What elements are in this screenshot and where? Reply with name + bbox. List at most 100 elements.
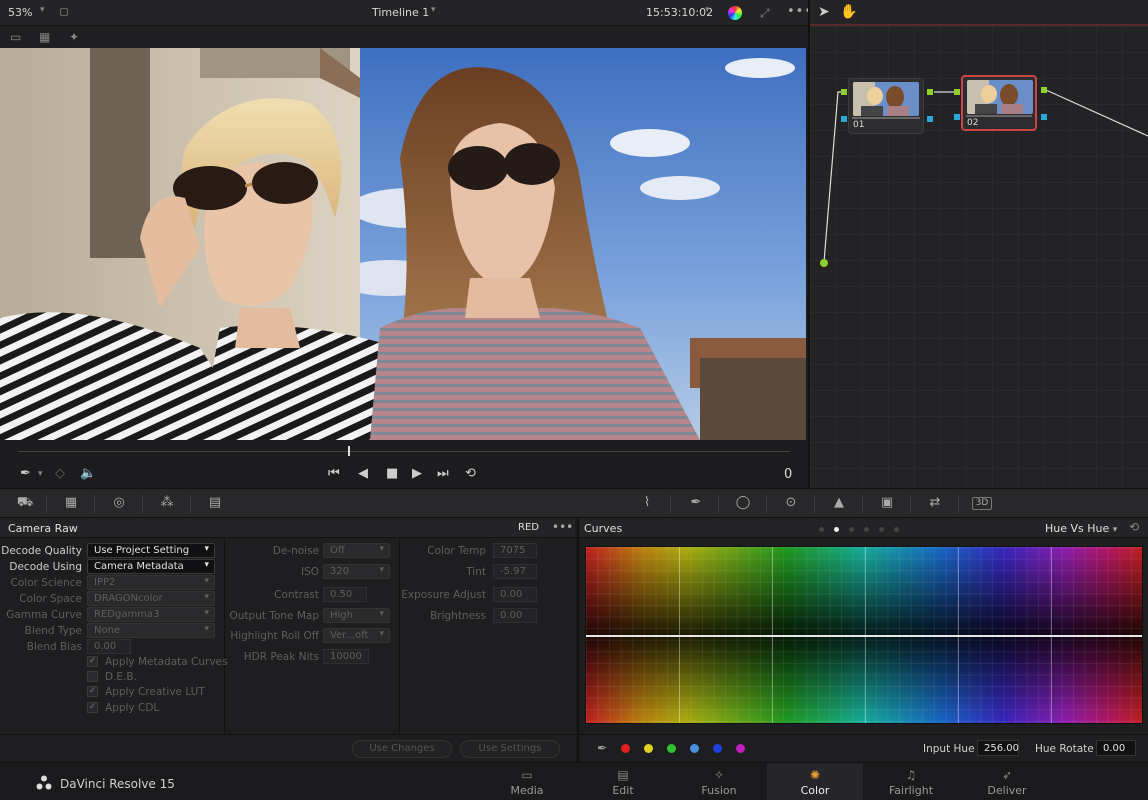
gamma-curve-select[interactable]: REDgamma3 ▾ <box>87 607 215 622</box>
contrast-input[interactable]: 0.50 <box>323 587 367 602</box>
skip-to-start-icon[interactable]: ⏮ <box>328 466 340 481</box>
eyedropper-icon[interactable]: ✒ <box>597 741 607 755</box>
chevron-down-icon[interactable]: ▾ <box>705 5 710 15</box>
node-key-input-port[interactable] <box>954 114 960 120</box>
color-match-icon[interactable]: ▦ <box>60 495 82 513</box>
node-output-port[interactable] <box>927 89 933 95</box>
skip-to-end-icon[interactable]: ⏭ <box>437 466 449 481</box>
tint-input[interactable]: -5.97 <box>493 564 537 579</box>
expand-icon[interactable]: ⤢ <box>760 6 770 21</box>
chevron-down-icon: ▾ <box>204 576 209 586</box>
decode-quality-select[interactable]: Use Project Setting ▾ <box>87 543 215 558</box>
layers-icon[interactable]: ◇ <box>55 466 65 481</box>
magenta-swatch[interactable] <box>736 744 745 753</box>
node-graph[interactable]: 01 02 <box>810 26 1148 488</box>
node-input-port[interactable] <box>954 89 960 95</box>
iso-select[interactable]: 320 ▾ <box>323 564 390 579</box>
node-key-input-port[interactable] <box>841 116 847 122</box>
color-science-select[interactable]: IPP2 ▾ <box>87 575 215 590</box>
color-wheels-icon[interactable]: ◎ <box>108 495 130 513</box>
green-swatch[interactable] <box>667 744 676 753</box>
curve-page-indicator[interactable] <box>819 522 909 535</box>
chevron-down-icon[interactable]: ▾ <box>40 5 45 15</box>
blend-bias-input[interactable]: 0.00 <box>87 639 131 654</box>
curves-icon[interactable]: ⌇ <box>636 495 658 513</box>
playhead[interactable] <box>348 446 350 456</box>
camera-raw-footer: Use Changes Use Settings <box>0 734 575 762</box>
blur-icon[interactable]: ▲ <box>828 495 850 513</box>
key-icon[interactable]: ▣ <box>876 495 898 513</box>
page-tab-fusion[interactable]: ✧ Fusion <box>671 763 767 800</box>
page-tab-edit[interactable]: ▤ Edit <box>575 763 671 800</box>
yellow-swatch[interactable] <box>644 744 653 753</box>
use-settings-button[interactable]: Use Settings <box>460 740 560 758</box>
play-icon[interactable]: ▶ <box>412 466 422 481</box>
red-swatch[interactable] <box>621 744 630 753</box>
page-tab-color[interactable]: ✺ Color <box>767 763 863 800</box>
gallery-icon[interactable]: ▦ <box>39 30 50 44</box>
timecode[interactable]: 15:53:10:02 <box>646 6 713 19</box>
node-key-output-port[interactable] <box>1041 114 1047 120</box>
highlight-roll-off-select[interactable]: Ver...oft ▾ <box>323 628 390 643</box>
iso-row: ISO <box>300 566 319 578</box>
page-tab-fairlight[interactable]: ♫ Fairlight <box>863 763 959 800</box>
sizing-icon[interactable]: ⇄ <box>924 495 946 513</box>
node-02[interactable]: 02 <box>961 75 1037 131</box>
tracker-icon[interactable]: ⊙ <box>780 495 802 513</box>
node-key-output-port[interactable] <box>927 116 933 122</box>
speaker-icon[interactable]: 🔈 <box>80 466 96 481</box>
camera-raw-icon[interactable]: ⛟ <box>14 495 36 513</box>
hand-tool-icon[interactable]: ✋ <box>840 4 857 20</box>
scrubber-track[interactable] <box>18 451 790 452</box>
node-input-port[interactable] <box>841 89 847 95</box>
curve-line[interactable] <box>586 635 1142 637</box>
page-tab-deliver[interactable]: ➶ Deliver <box>959 763 1055 800</box>
gamma-curve-row: Gamma Curve <box>0 607 82 623</box>
video-viewer[interactable] <box>0 48 806 440</box>
chevron-down-icon[interactable]: ▾ <box>38 469 43 479</box>
stop-icon[interactable]: ■ <box>386 466 398 481</box>
qualifier-icon[interactable]: ✒ <box>685 495 707 513</box>
hdr-peak-nits-input[interactable]: 10000 <box>323 649 369 664</box>
reset-icon[interactable]: ⟲ <box>1129 520 1139 534</box>
input-hue-field[interactable]: 256.00 <box>977 740 1019 756</box>
output-tone-map-select[interactable]: High ▾ <box>323 608 390 623</box>
page-tab-media[interactable]: ▭ Media <box>479 763 575 800</box>
motion-effects-icon[interactable]: ▤ <box>204 495 226 513</box>
input-port[interactable] <box>820 259 828 267</box>
cyan-swatch[interactable] <box>690 744 699 753</box>
zoom-level[interactable]: 53% <box>8 6 32 19</box>
curve-mode-select[interactable]: Hue Vs Hue ▾ <box>1045 522 1117 535</box>
divider <box>814 495 815 513</box>
more-options-icon[interactable]: ••• <box>552 520 573 534</box>
power-window-icon[interactable]: ◯ <box>732 495 754 513</box>
blend-type-select[interactable]: None ▾ <box>87 623 215 638</box>
rgb-mixer-icon[interactable]: ⁂ <box>156 495 178 513</box>
3d-icon[interactable]: 3D <box>972 497 992 510</box>
node-output-port[interactable] <box>1041 87 1047 93</box>
pointer-tool-icon[interactable]: ➤ <box>818 4 830 20</box>
brightness-input[interactable]: 0.00 <box>493 608 537 623</box>
use-changes-button[interactable]: Use Changes <box>352 740 452 758</box>
scrubber-bar[interactable] <box>0 440 808 462</box>
viewer-options-icon[interactable] <box>60 8 68 16</box>
color-temp-input[interactable]: 7075 <box>493 543 537 558</box>
exposure-adjust-input[interactable]: 0.00 <box>493 587 537 602</box>
eyedropper-icon[interactable]: ✒ <box>20 466 31 481</box>
chevron-down-icon[interactable]: ▾ <box>431 5 436 15</box>
play-reverse-icon[interactable]: ◀ <box>358 466 368 481</box>
page-dot <box>864 527 869 532</box>
hue-rotate-field[interactable]: 0.00 <box>1096 740 1136 756</box>
decode-using-select[interactable]: Camera Metadata ▾ <box>87 559 215 574</box>
magic-wand-icon[interactable]: ✦ <box>69 30 79 44</box>
single-viewer-icon[interactable]: ▭ <box>10 30 21 44</box>
node-01[interactable]: 01 <box>848 78 924 134</box>
color-wheel-icon[interactable] <box>728 6 742 20</box>
color-space-select[interactable]: DRAGONcolor ▾ <box>87 591 215 606</box>
loop-icon[interactable]: ⟲ <box>465 466 476 481</box>
timeline-title[interactable]: Timeline 1 <box>372 6 429 19</box>
denoise-select[interactable]: Off ▾ <box>323 543 390 558</box>
blue-swatch[interactable] <box>713 744 722 753</box>
blend-type-row: Blend Type <box>0 623 82 639</box>
hue-vs-hue-graph[interactable] <box>585 546 1143 724</box>
